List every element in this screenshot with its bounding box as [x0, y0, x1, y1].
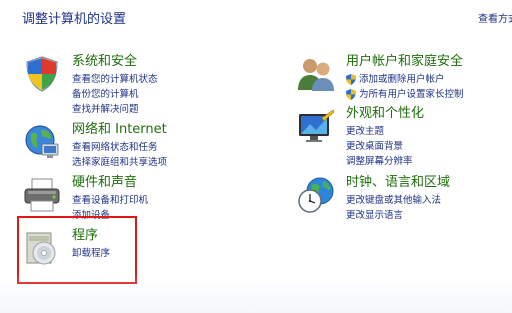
page-title: 调整计算机的设置 [22, 12, 127, 27]
link-change-background[interactable]: 更改桌面背景 [346, 139, 424, 154]
link-backup-computer[interactable]: 备份您的计算机 [72, 87, 158, 102]
shield-icon[interactable] [22, 54, 62, 94]
category-title[interactable]: 用户帐户和家庭安全 [346, 54, 464, 70]
clock-globe-icon[interactable] [296, 175, 336, 215]
link-label: 添加或删除用户帐户 [359, 74, 445, 85]
link-homegroup-sharing[interactable]: 选择家庭组和共享选项 [72, 155, 167, 170]
link-label: 为所有用户设置家长控制 [359, 89, 464, 100]
network-globe-icon[interactable] [22, 122, 62, 162]
category-title[interactable]: 网络和 Internet [72, 122, 167, 138]
view-by-label[interactable]: 查看方式 [478, 10, 512, 25]
link-screen-resolution[interactable]: 调整屏幕分辨率 [346, 154, 424, 169]
bottom-gradient [0, 273, 512, 313]
link-change-input-method[interactable]: 更改键盘或其他输入法 [346, 193, 450, 208]
printer-icon[interactable] [22, 175, 62, 215]
link-find-fix-problems[interactable]: 查找并解决问题 [72, 102, 158, 117]
link-view-network-status[interactable]: 查看网络状态和任务 [72, 140, 167, 155]
uac-shield-icon [346, 74, 356, 85]
category-title[interactable]: 系统和安全 [72, 54, 158, 70]
category-title[interactable]: 硬件和声音 [72, 175, 148, 191]
link-change-display-language[interactable]: 更改显示语言 [346, 208, 450, 223]
link-devices-printers[interactable]: 查看设备和打印机 [72, 193, 148, 208]
link-change-theme[interactable]: 更改主题 [346, 124, 424, 139]
uac-shield-icon [346, 89, 356, 100]
link-view-computer-status[interactable]: 查看您的计算机状态 [72, 72, 158, 87]
category-title[interactable]: 外观和个性化 [346, 106, 424, 122]
category-title[interactable]: 时钟、语言和区域 [346, 175, 450, 191]
users-icon[interactable] [296, 54, 336, 94]
link-parental-controls[interactable]: 为所有用户设置家长控制 [346, 87, 464, 102]
monitor-icon[interactable] [296, 106, 336, 146]
link-add-remove-accounts[interactable]: 添加或删除用户帐户 [346, 72, 464, 87]
